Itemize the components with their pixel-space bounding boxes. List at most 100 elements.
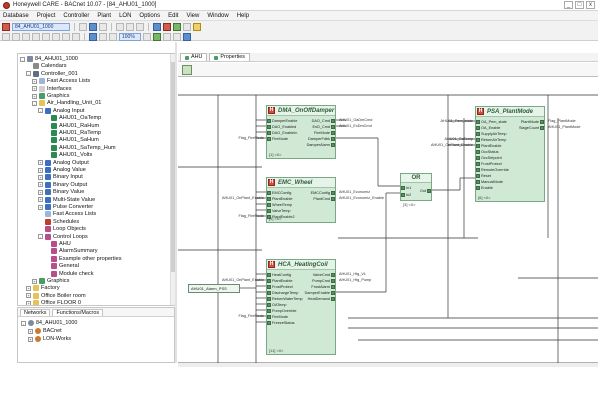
- pin-connector-icon[interactable]: [267, 315, 271, 319]
- pin-connector-icon[interactable]: [267, 191, 271, 195]
- help-icon[interactable]: [193, 22, 201, 31]
- pin-connector-icon[interactable]: [331, 137, 335, 141]
- pin-connector-icon[interactable]: [331, 119, 335, 123]
- properties-icon[interactable]: [183, 32, 191, 41]
- pin-connector-icon[interactable]: [476, 126, 480, 130]
- tree-item[interactable]: + Office FLOOR 0: [26, 299, 81, 305]
- step-icon[interactable]: [173, 32, 181, 41]
- pin-connector-icon[interactable]: [267, 203, 271, 207]
- stop-icon[interactable]: [163, 32, 171, 41]
- pin-connector-icon[interactable]: [331, 143, 335, 147]
- pin-connector-icon[interactable]: [267, 309, 271, 313]
- pin-connector-icon[interactable]: [267, 285, 271, 289]
- input-pin[interactable]: FireMode: [267, 136, 288, 142]
- pin-connector-icon[interactable]: [427, 189, 431, 193]
- output-pin[interactable]: PlantCmd: [313, 196, 335, 202]
- tab-networks[interactable]: Networks: [20, 309, 51, 316]
- zoom-in-icon[interactable]: [143, 32, 151, 41]
- pin-connector-icon[interactable]: [267, 197, 271, 201]
- translate-icon[interactable]: [153, 22, 161, 31]
- pin-connector-icon[interactable]: [476, 144, 480, 148]
- network-tree-item[interactable]: - 84_AHU01_1000: [21, 319, 77, 327]
- input-pin[interactable]: In1: [401, 185, 411, 191]
- maximize-button[interactable]: □: [575, 1, 584, 9]
- expand-icon[interactable]: +: [32, 86, 37, 92]
- project-icon[interactable]: [2, 22, 10, 31]
- pin-connector-icon[interactable]: [267, 119, 271, 123]
- pin-connector-icon[interactable]: [331, 197, 335, 201]
- input-pin[interactable]: Enable: [476, 185, 493, 191]
- pin-connector-icon[interactable]: [267, 209, 271, 213]
- function-block[interactable]: H EMC_Wheel EMCConfig PlantEnable WheelTemp V…: [266, 177, 336, 223]
- pin-connector-icon[interactable]: [267, 279, 271, 283]
- logic-canvas[interactable]: Flag_FireMode AHU01_OaDmCmd AHU01_ExDmCmd H…: [178, 78, 598, 363]
- pin-connector-icon[interactable]: [331, 285, 335, 289]
- signal-label[interactable]: AHU01_Htg_Pump: [339, 277, 371, 283]
- collapse-icon[interactable]: -: [38, 108, 43, 114]
- output-pin[interactable]: DamperAlarm: [307, 142, 335, 148]
- collapse-icon[interactable]: -: [38, 234, 43, 240]
- expand-icon[interactable]: +: [38, 160, 43, 166]
- pin-connector-icon[interactable]: [267, 321, 271, 325]
- align-right-icon[interactable]: [52, 32, 60, 41]
- expand-icon[interactable]: +: [26, 285, 31, 291]
- expand-icon[interactable]: +: [26, 293, 31, 299]
- align-top-icon[interactable]: [62, 32, 70, 41]
- pin-connector-icon[interactable]: [267, 273, 271, 277]
- alarm-input-box[interactable]: AHU01_Alarm_PSS: [188, 284, 240, 293]
- pin-connector-icon[interactable]: [476, 180, 480, 184]
- pin-connector-icon[interactable]: [267, 131, 271, 135]
- pin-connector-icon[interactable]: [267, 303, 271, 307]
- print-icon[interactable]: [99, 22, 107, 31]
- save-icon[interactable]: [89, 22, 97, 31]
- pin-connector-icon[interactable]: [476, 150, 480, 154]
- pin-connector-icon[interactable]: [267, 297, 271, 301]
- function-block-header[interactable]: H HCA_HeatingCoil: [267, 260, 335, 270]
- menu-lon[interactable]: LON: [119, 13, 131, 19]
- signal-label[interactable]: Flag_FireMode: [238, 213, 264, 219]
- pin-connector-icon[interactable]: [331, 273, 335, 277]
- menu-database[interactable]: Database: [3, 13, 29, 19]
- connect-icon[interactable]: [22, 32, 30, 41]
- align-left-icon[interactable]: [42, 32, 50, 41]
- pin-connector-icon[interactable]: [331, 297, 335, 301]
- menu-controller[interactable]: Controller: [63, 13, 89, 19]
- pin-connector-icon[interactable]: [267, 291, 271, 295]
- expand-icon[interactable]: +: [32, 93, 37, 99]
- expand-icon[interactable]: +: [32, 278, 37, 284]
- input-pin[interactable]: FreezeStatus: [267, 320, 295, 326]
- pin-connector-icon[interactable]: [331, 291, 335, 295]
- pin-connector-icon[interactable]: [401, 186, 405, 190]
- pin-connector-icon[interactable]: [476, 132, 480, 136]
- expand-icon[interactable]: +: [38, 197, 43, 203]
- pin-connector-icon[interactable]: [331, 131, 335, 135]
- output-pin[interactable]: Out: [420, 188, 431, 194]
- tab-properties[interactable]: Properties: [209, 53, 250, 61]
- menu-options[interactable]: Options: [139, 13, 160, 19]
- expand-icon[interactable]: +: [38, 189, 43, 195]
- network-tree-item[interactable]: + LON-Works: [28, 335, 71, 343]
- pin-connector-icon[interactable]: [476, 174, 480, 178]
- function-block[interactable]: H HCA_HeatingCoil HeatConfig PlantEnable Fro…: [266, 259, 336, 355]
- function-block[interactable]: H DMA_OnOffDamper DamperEnable DAO_Enabled D…: [266, 105, 336, 159]
- pin-connector-icon[interactable]: [540, 120, 544, 124]
- menu-project[interactable]: Project: [37, 13, 56, 19]
- signal-label[interactable]: AHU01_ExDmCmd: [339, 123, 372, 129]
- align-bottom-icon[interactable]: [72, 32, 80, 41]
- pin-connector-icon[interactable]: [401, 193, 405, 197]
- function-block-header[interactable]: H PSA_PlantMode: [476, 107, 544, 117]
- monitor-icon[interactable]: [183, 22, 191, 31]
- expand-icon[interactable]: +: [26, 300, 31, 305]
- grid-toggle-icon[interactable]: [182, 65, 192, 75]
- menu-edit[interactable]: Edit: [168, 13, 178, 19]
- function-block-header[interactable]: H EMC_Wheel: [267, 178, 335, 188]
- run-icon[interactable]: [153, 32, 161, 41]
- function-block-header[interactable]: H DMA_OnOffDamper: [267, 106, 335, 116]
- menu-window[interactable]: Window: [207, 13, 228, 19]
- pin-connector-icon[interactable]: [476, 168, 480, 172]
- menu-help[interactable]: Help: [237, 13, 249, 19]
- select-icon[interactable]: [2, 32, 10, 41]
- macro-icon[interactable]: [99, 32, 107, 41]
- new-icon[interactable]: [79, 22, 87, 31]
- pin-connector-icon[interactable]: [540, 126, 544, 130]
